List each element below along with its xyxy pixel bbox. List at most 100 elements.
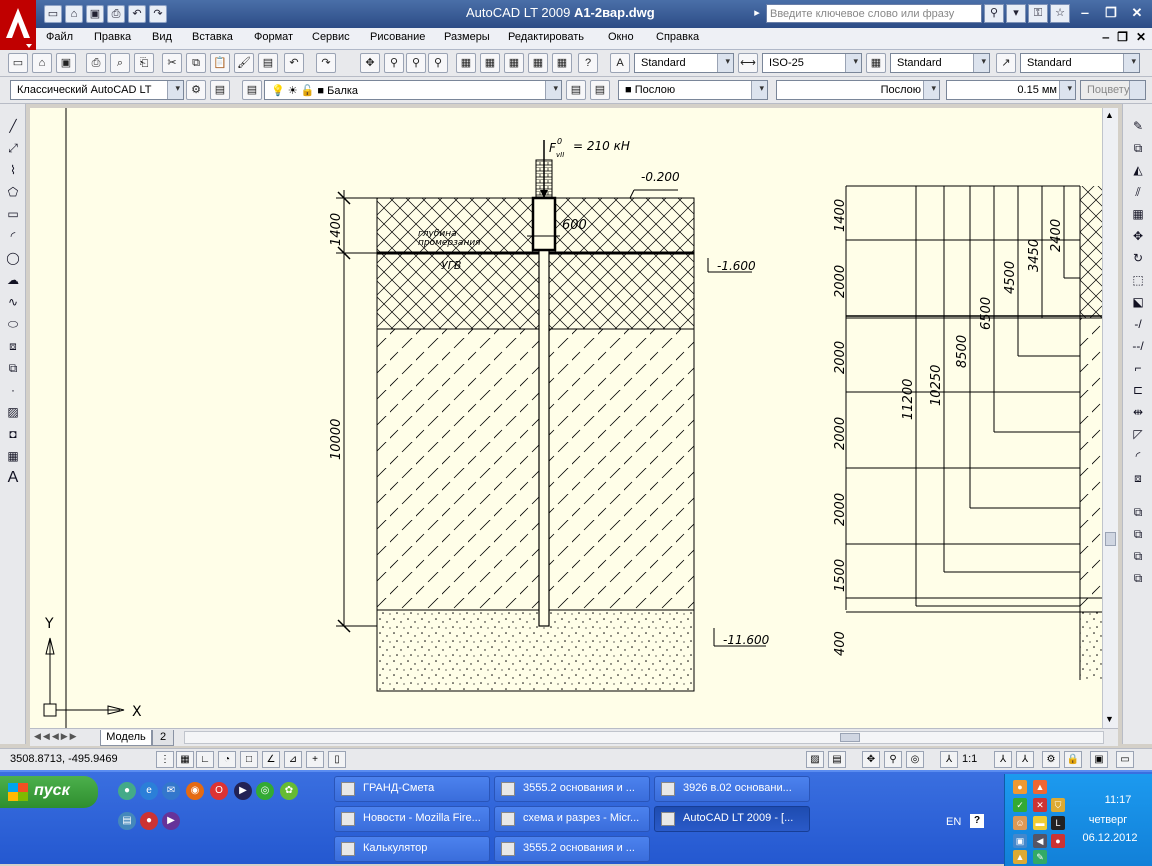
tray-icon-13[interactable]: ✎ (1033, 850, 1047, 864)
quicklaunch-docs-icon[interactable]: ▤ (118, 812, 136, 830)
dim-style-select[interactable]: ISO-25 ▾ (762, 53, 862, 73)
save-icon[interactable]: ▣ (86, 5, 104, 23)
doc-minimize-icon[interactable]: ‒ (1102, 30, 1109, 44)
design-center-icon[interactable]: ▦ (480, 53, 500, 73)
minimize-icon[interactable]: ‒ (1074, 4, 1096, 22)
doc-restore-icon[interactable]: ❐ (1117, 30, 1128, 44)
markup-icon[interactable]: ▦ (552, 53, 572, 73)
annotation-scale[interactable]: 1:1 (962, 753, 977, 765)
layer-select[interactable]: 💡 ☀ 🔓 ■ Балка ▾ (264, 80, 562, 100)
favorites-icon[interactable]: ☆ (1050, 4, 1070, 23)
clean-screen-icon[interactable]: ▭ (1116, 751, 1134, 768)
task-grand-smeta[interactable]: ГРАНД-Смета (334, 776, 490, 802)
network-icon[interactable]: ▣ (1013, 834, 1027, 848)
menu-tools[interactable]: Сервис (312, 31, 350, 43)
break-icon[interactable]: ⊏ (1127, 380, 1149, 400)
pan-icon[interactable]: ✥ (360, 53, 380, 73)
quicklaunch-firefox-icon[interactable]: ◉ (186, 782, 204, 800)
new-icon[interactable]: ▭ (8, 53, 28, 73)
multileader-style-icon[interactable]: ↗ (996, 53, 1016, 73)
tray-icon-8[interactable]: L (1051, 816, 1065, 830)
lineweight-select[interactable]: 0.15 мм ▾ (946, 80, 1076, 100)
vertical-scroll-thumb[interactable] (1105, 532, 1116, 546)
make-block-icon[interactable]: ⧉ (2, 358, 24, 378)
workspace-save-icon[interactable]: ▤ (210, 80, 230, 100)
help-tray-icon[interactable]: ? (970, 814, 984, 828)
point-icon[interactable]: · (2, 380, 24, 400)
table-style-icon[interactable]: ▦ (866, 53, 886, 73)
vertical-scrollbar[interactable]: ▲ ▼ (1102, 108, 1118, 728)
properties-icon[interactable]: ▦ (456, 53, 476, 73)
join-icon[interactable]: ⇹ (1127, 402, 1149, 422)
open-icon[interactable]: ⌂ (65, 5, 83, 23)
osnap-icon[interactable]: □ (240, 751, 258, 768)
break-point-icon[interactable]: ⌐ (1127, 358, 1149, 378)
workspace-switch-icon[interactable]: ⚙ (1042, 751, 1060, 768)
workspace-settings-icon[interactable]: ⚙ (186, 80, 206, 100)
quicklaunch-media-icon[interactable]: ▶ (234, 782, 252, 800)
snap-icon[interactable]: ⋮ (156, 751, 174, 768)
task-word-3555[interactable]: 3555.2 основания и ... (494, 836, 650, 862)
redo-icon[interactable]: ↷ (149, 5, 167, 23)
menu-modify[interactable]: Редактировать (508, 31, 584, 43)
plot-preview-icon[interactable]: ⌕ (110, 53, 130, 73)
otrack-icon[interactable]: ∠ (262, 751, 280, 768)
linetype-select[interactable]: Послою ▾ (776, 80, 940, 100)
tab-model[interactable]: Модель (100, 730, 152, 746)
quicklaunch-app-icon[interactable]: ● (140, 812, 158, 830)
color-select[interactable]: ■ Послою ▾ (618, 80, 768, 100)
start-button[interactable]: пуск (0, 776, 98, 808)
array-icon[interactable]: ▦ (1127, 204, 1149, 224)
quicklaunch-desktop-icon[interactable]: ● (118, 782, 136, 800)
new-icon[interactable]: ▭ (44, 5, 62, 23)
zoom-realtime-icon[interactable]: ⚲ (384, 53, 404, 73)
task-word-3926[interactable]: 3926 в.02 основани... (654, 776, 810, 802)
copy-object-icon[interactable]: ⧉ (1127, 138, 1149, 158)
save-icon[interactable]: ▣ (56, 53, 76, 73)
dyn-icon[interactable]: + (306, 751, 324, 768)
match-properties-icon[interactable]: 🖌 (234, 53, 254, 73)
polar-icon[interactable]: ◔ (218, 751, 236, 768)
task-calculator[interactable]: Калькулятор (334, 836, 490, 862)
steering-wheel-icon[interactable]: ◎ (906, 751, 924, 768)
task-firefox[interactable]: Новости - Mozilla Fire... (334, 806, 490, 832)
ducs-icon[interactable]: ⊿ (284, 751, 302, 768)
table-style-select[interactable]: Standard ▾ (890, 53, 990, 73)
task-autocad[interactable]: AutoCAD LT 2009 - [... (654, 806, 810, 832)
dropdown-icon[interactable]: ▾ (1006, 4, 1026, 23)
ortho-icon[interactable]: ∟ (196, 751, 214, 768)
volume-icon[interactable]: ◀ (1033, 834, 1047, 848)
make-current-layer-icon[interactable]: ▤ (566, 80, 586, 100)
plot-icon[interactable]: ⎙ (86, 53, 106, 73)
draworder-front-icon[interactable]: ⧉ (1127, 502, 1149, 522)
workspace-select[interactable]: Классический AutoCAD LT ▾ (10, 80, 184, 100)
security-shield-icon[interactable]: ⛉ (1051, 798, 1065, 812)
polyline-icon[interactable]: ⌇ (2, 160, 24, 180)
tray-icon-7[interactable]: ▬ (1033, 816, 1047, 830)
quicklaunch-icq-icon[interactable]: ✿ (280, 782, 298, 800)
draworder-back-icon[interactable]: ⧉ (1127, 524, 1149, 544)
quicklaunch-ie-icon[interactable]: e (140, 782, 158, 800)
layout-icon[interactable]: ▤ (828, 751, 846, 768)
menu-dimension[interactable]: Размеры (444, 31, 490, 43)
menu-draw[interactable]: Рисование (370, 31, 425, 43)
text-style-icon[interactable]: A (610, 53, 630, 73)
tray-icon-11[interactable]: ● (1051, 834, 1065, 848)
horizontal-scrollbar[interactable] (184, 731, 1104, 744)
model-space-icon[interactable]: ▨ (806, 751, 824, 768)
maximize-icon[interactable]: ❐ (1100, 4, 1122, 22)
line-icon[interactable]: ╱ (2, 116, 24, 136)
explode-icon[interactable]: ⧈ (1127, 468, 1149, 488)
sheet-set-icon[interactable]: ▦ (528, 53, 548, 73)
menu-insert[interactable]: Вставка (192, 31, 233, 43)
tray-icon-6[interactable]: ☺ (1013, 816, 1027, 830)
quicklaunch-chrome-icon[interactable]: ◎ (256, 782, 274, 800)
xline-icon[interactable]: ⤢ (2, 138, 24, 158)
block-editor-icon[interactable]: ▤ (258, 53, 278, 73)
doc-close-icon[interactable]: ✕ (1136, 30, 1146, 44)
clock-time[interactable]: 11:17 (1090, 794, 1146, 806)
extend-icon[interactable]: --/ (1127, 336, 1149, 356)
language-indicator[interactable]: EN (946, 816, 961, 828)
scroll-up-icon[interactable]: ▲ (1105, 110, 1114, 120)
scroll-down-icon[interactable]: ▼ (1105, 714, 1114, 724)
